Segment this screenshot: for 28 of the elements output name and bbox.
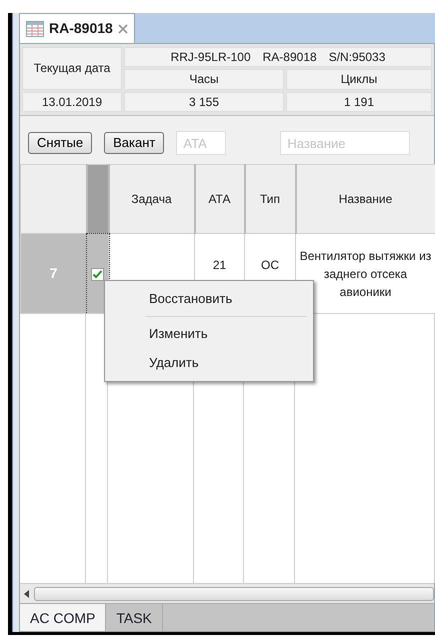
bottom-tab[interactable]: TASK [106,604,163,631]
scrollbar-thumb[interactable] [34,586,434,600]
aircraft-info: S/N:95033 [328,50,386,64]
filter-field[interactable]: ATA [176,131,226,156]
menu-item[interactable]: Удалить [107,348,311,378]
column-header[interactable]: АТА [194,164,244,234]
filter-field[interactable]: Название [280,131,410,156]
toolbar-button[interactable]: Снятые [28,132,92,154]
aircraft-info: RRJ-95LR-100 [170,50,251,64]
column-header[interactable]: Тип [244,164,296,234]
table-cell: 1 191 [286,92,432,112]
column-header[interactable]: Название [296,164,435,234]
table-cell: 13.01.2019 [22,92,122,112]
table-icon [26,20,44,36]
table-cell: Часы [124,69,284,90]
table-cell: Вентилятор вытяжки из заднего отсека авионики [296,234,435,314]
editor-tab[interactable]: RA-89018 [19,13,135,43]
toolbar-button[interactable]: Вакант [104,132,164,154]
table-cell: Циклы [286,69,432,90]
bottom-tab[interactable]: AC COMP [20,604,106,631]
tab-title: RA-89018 [49,19,113,38]
close-icon[interactable] [118,24,128,34]
scroll-left-icon[interactable] [24,590,30,598]
table-cell: 3 155 [124,92,284,112]
aircraft-info: RA-89018 [262,50,317,64]
table-cell: Текущая дата [22,47,122,90]
column-header[interactable]: Задача [108,164,194,234]
menu-item[interactable]: Изменить [107,318,311,348]
